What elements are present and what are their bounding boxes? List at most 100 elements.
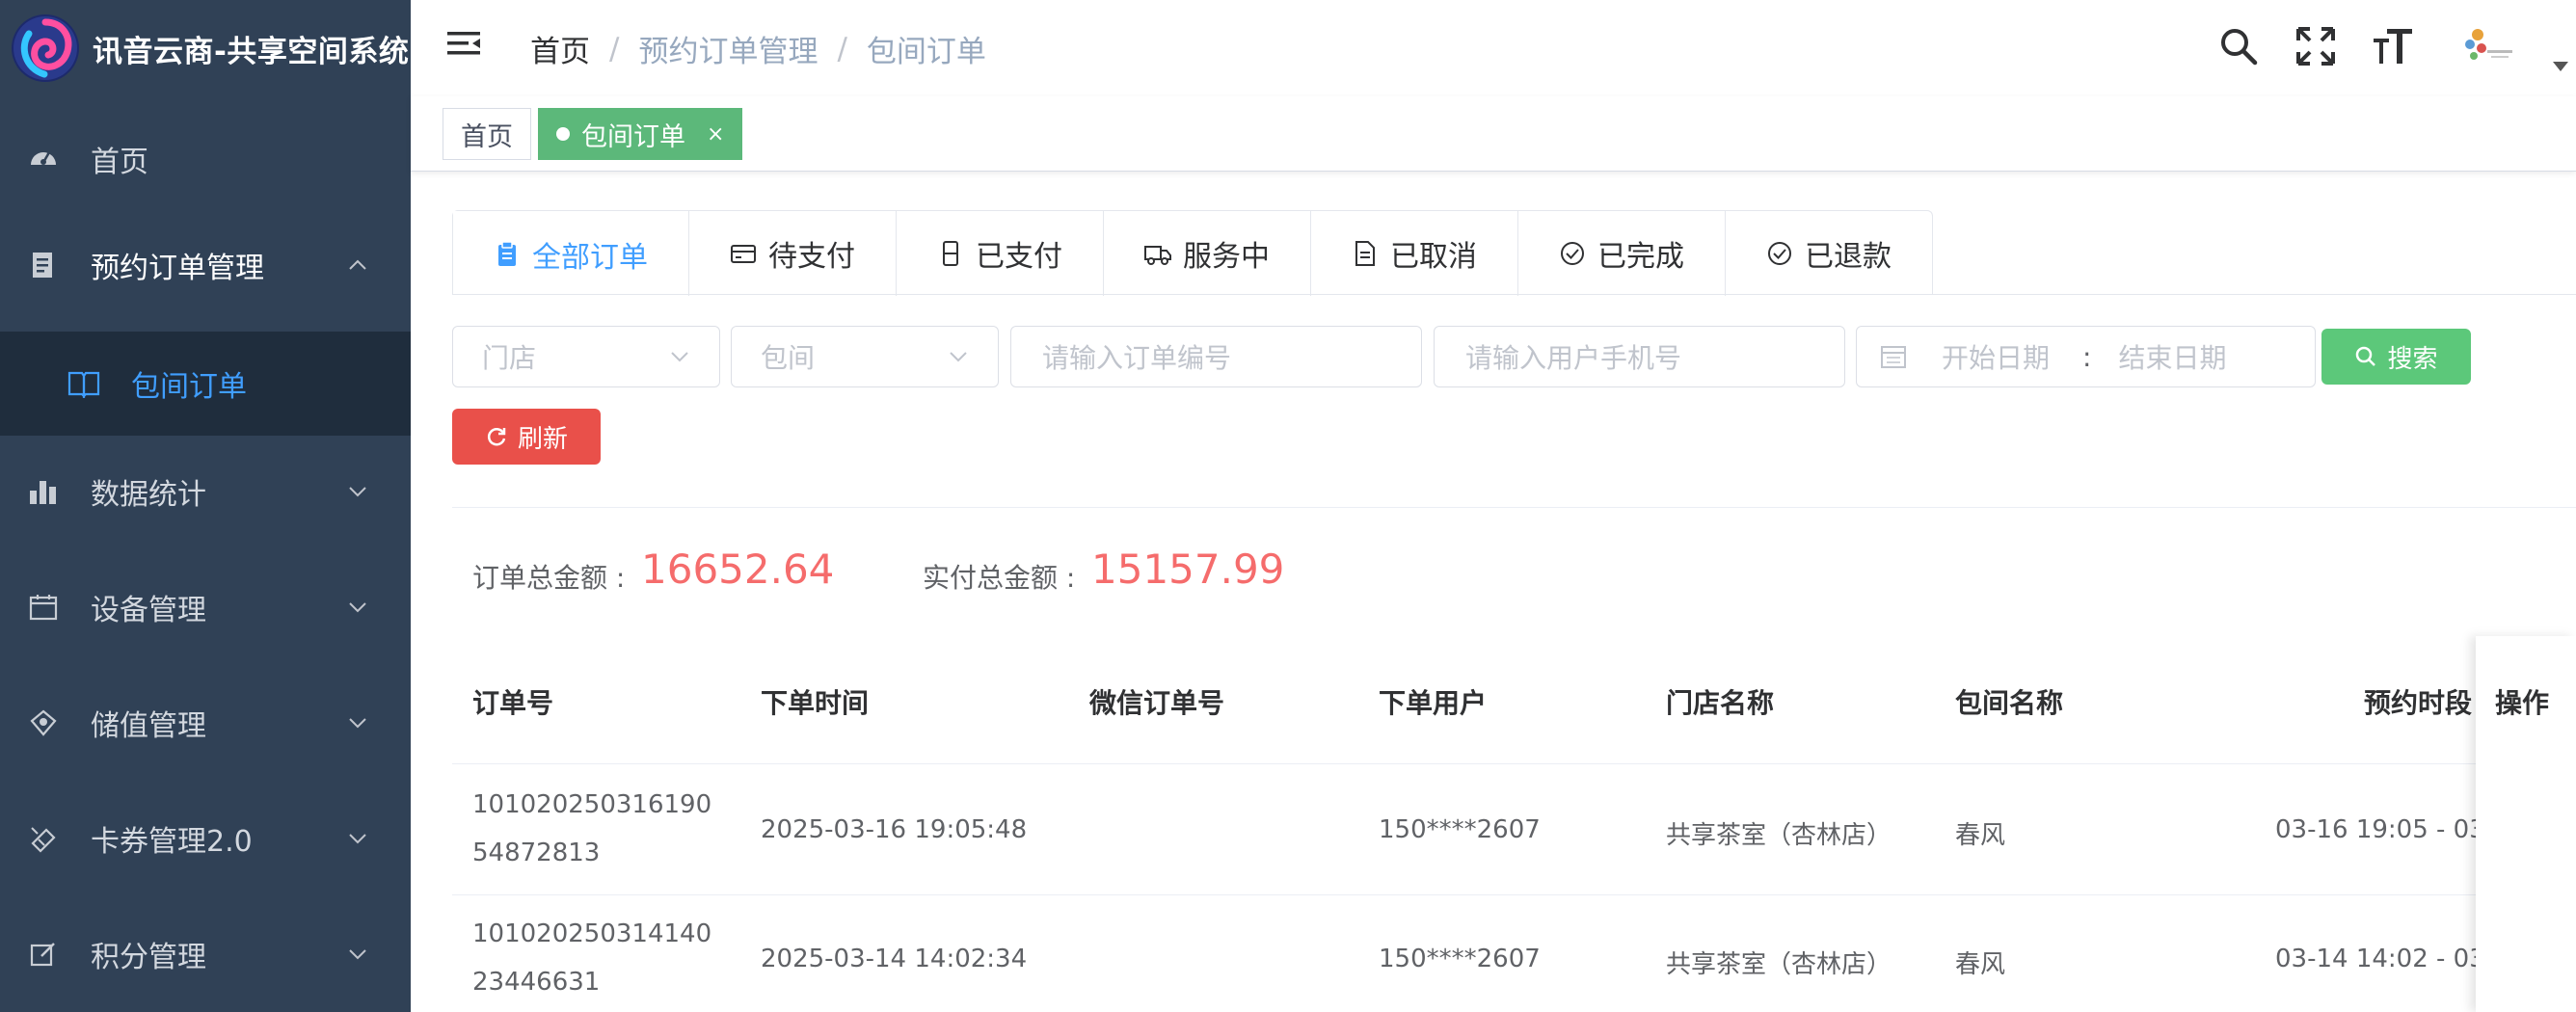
row-divider — [452, 894, 2576, 895]
user-avatar[interactable] — [2460, 21, 2518, 75]
calendar-icon — [1881, 346, 1906, 368]
sidebar-item-room-orders[interactable]: 包间订单 — [0, 332, 411, 436]
room-select[interactable]: 包间 — [731, 326, 999, 387]
tag-label: 首页 — [461, 121, 513, 152]
edit-icon — [27, 938, 60, 971]
search-button[interactable]: 搜索 — [2321, 329, 2471, 385]
sidebar-item-stored-value[interactable]: 储值管理 — [0, 670, 411, 776]
app-title: 讯音云商-共享空间系统 — [93, 34, 410, 69]
tab-label: 全部订单 — [532, 240, 648, 275]
sidebar-item-devices[interactable]: 设备管理 — [0, 554, 411, 660]
breadcrumb: 首页 / 预约订单管理 / 包间订单 — [530, 27, 986, 70]
sidebar-item-label: 积分管理 — [91, 941, 206, 974]
refresh-button[interactable]: 刷新 — [452, 409, 601, 465]
sidebar-item-label: 预约订单管理 — [91, 252, 264, 285]
sidebar: 讯音云商-共享空间系统 首页 预约订单管理 包间订单 数据统计 设备管理 储值管… — [0, 0, 411, 1012]
store-placeholder: 门店 — [482, 342, 537, 374]
column-header-actions: 操作 — [2495, 687, 2550, 719]
user-phone-placeholder: 请输入用户手机号 — [1465, 342, 1682, 374]
store-select[interactable]: 门店 — [452, 326, 720, 387]
tab-label: 已完成 — [1597, 240, 1684, 274]
column-header-user: 下单用户 — [1379, 687, 1488, 719]
column-header-order-no: 订单号 — [472, 687, 554, 719]
cell-order-time: 2025-03-16 19:05:48 — [761, 815, 1028, 844]
order-status-tabs: 全部订单 待支付 已支付 服务中 已取消 已完成 已退款 — [452, 210, 1933, 297]
chevron-up-icon — [349, 259, 366, 270]
search-icon[interactable] — [2217, 25, 2260, 67]
tab-label: 已支付 — [976, 240, 1062, 274]
close-icon[interactable]: × — [707, 122, 724, 146]
logo-icon — [12, 14, 79, 82]
cell-store: 共享茶室（杏林店） — [1666, 950, 1892, 979]
sidebar-item-coupons[interactable]: 卡券管理2.0 — [0, 786, 411, 892]
chevron-down-icon — [349, 718, 366, 729]
app-logo[interactable]: 讯音云商-共享空间系统 — [0, 0, 411, 96]
tab-all-orders[interactable]: 全部订单 — [453, 211, 688, 297]
chevron-down-icon — [349, 487, 366, 497]
tab-pending-payment[interactable]: 待支付 — [688, 211, 896, 296]
order-number-placeholder: 请输入订单编号 — [1042, 342, 1232, 374]
sidebar-item-label: 数据统计 — [91, 478, 206, 512]
document-icon — [27, 249, 60, 281]
start-date-placeholder: 开始日期 — [1942, 342, 2051, 374]
check-circle-icon — [1561, 242, 1584, 265]
chevron-down-icon — [349, 834, 366, 844]
search-icon — [2356, 346, 2376, 366]
fullscreen-icon[interactable] — [2294, 25, 2337, 67]
room-placeholder: 包间 — [761, 342, 816, 374]
breadcrumb-home[interactable]: 首页 — [530, 27, 590, 70]
sidebar-item-booking-orders[interactable]: 预约订单管理 — [0, 212, 411, 318]
order-total-label: 订单总金额 : — [472, 562, 626, 594]
order-number-input[interactable]: 请输入订单编号 — [1010, 326, 1422, 387]
tab-refunded[interactable]: 已退款 — [1725, 211, 1932, 296]
column-header-period: 预约时段 — [2364, 687, 2473, 719]
top-navbar: 首页 / 预约订单管理 / 包间订单 — [411, 0, 2576, 96]
fixed-operation-column: 操作 — [2476, 636, 2576, 1012]
column-header-store: 门店名称 — [1666, 687, 1775, 719]
cell-order-no: 10102025031619054872813 — [472, 790, 712, 867]
bar-chart-icon — [27, 475, 60, 508]
hamburger-icon[interactable] — [445, 27, 484, 66]
tabs-divider — [452, 294, 2576, 295]
tab-label: 已取消 — [1390, 240, 1477, 274]
tab-in-service[interactable]: 服务中 — [1103, 211, 1310, 296]
paid-total-label: 实付总金额 : — [923, 562, 1076, 594]
calendar-icon — [27, 591, 60, 624]
breadcrumb-separator: / — [609, 31, 620, 67]
cell-order-no: 10102025031414023446631 — [472, 919, 712, 997]
tab-label: 服务中 — [1183, 240, 1270, 274]
cell-store: 共享茶室（杏林店） — [1666, 821, 1892, 850]
coupon-icon — [27, 822, 60, 855]
caret-down-icon[interactable] — [2553, 62, 2568, 71]
user-phone-input[interactable]: 请输入用户手机号 — [1434, 326, 1845, 387]
column-header-room: 包间名称 — [1955, 687, 2064, 719]
truck-icon — [1144, 246, 1171, 265]
active-dot-icon — [556, 127, 570, 141]
tag-room-orders[interactable]: 包间订单 × — [538, 108, 743, 160]
tag-home[interactable]: 首页 — [443, 108, 531, 160]
order-total-value: 16652.64 — [641, 546, 835, 593]
date-separator: : — [2082, 340, 2092, 373]
date-range-picker[interactable]: 开始日期 : 结束日期 — [1856, 326, 2316, 387]
sidebar-item-statistics[interactable]: 数据统计 — [0, 439, 411, 545]
tags-view: 首页 包间订单 × — [411, 96, 2576, 172]
tab-paid[interactable]: 已支付 — [896, 211, 1103, 296]
chevron-down-icon — [671, 352, 688, 362]
sidebar-item-label: 储值管理 — [91, 709, 206, 743]
font-size-icon[interactable] — [2372, 25, 2414, 67]
dashboard-icon — [27, 143, 60, 175]
sidebar-item-points[interactable]: 积分管理 — [0, 901, 411, 1007]
chevron-down-icon — [349, 602, 366, 613]
search-button-label: 搜索 — [2387, 344, 2438, 374]
cell-order-time: 2025-03-14 14:02:34 — [761, 945, 1028, 973]
tab-cancelled[interactable]: 已取消 — [1310, 211, 1517, 296]
sidebar-item-home[interactable]: 首页 — [0, 106, 411, 212]
clipboard-icon — [498, 240, 516, 266]
cell-user: 150****2607 — [1379, 815, 1541, 844]
chevron-down-icon — [349, 949, 366, 960]
row-divider — [452, 763, 2576, 764]
paid-total-value: 15157.99 — [1091, 546, 1285, 593]
tag-label: 包间订单 — [581, 121, 685, 152]
tab-completed[interactable]: 已完成 — [1517, 211, 1725, 296]
tab-label: 已退款 — [1805, 240, 1892, 274]
